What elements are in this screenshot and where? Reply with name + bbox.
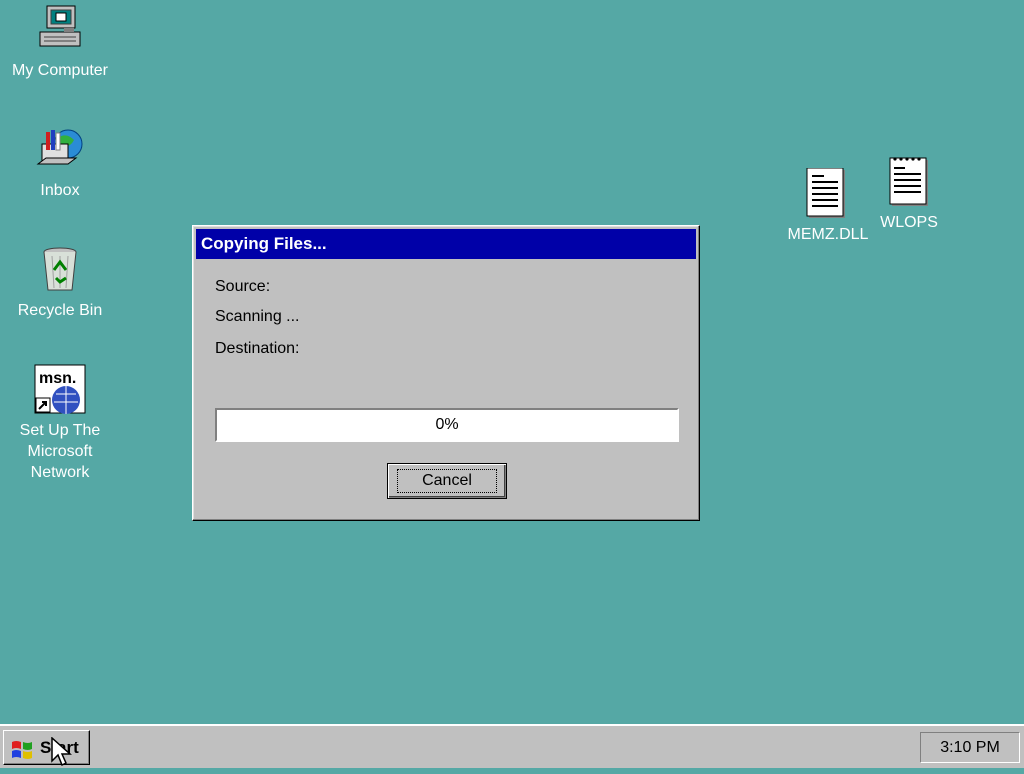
inbox-icon <box>34 124 86 176</box>
clock-text: 3:10 PM <box>940 739 1000 756</box>
source-label: Source: <box>215 278 271 295</box>
copy-progress-bar: 0% <box>215 408 679 442</box>
svg-text:msn.: msn. <box>39 370 76 387</box>
msn-icon: msn. <box>34 364 86 416</box>
desktop: My Computer Inbox Recycle Bin msn. Set U… <box>0 0 1024 724</box>
progress-percent: 0% <box>435 416 459 433</box>
windows-logo-icon <box>10 738 34 759</box>
document-icon <box>802 167 854 220</box>
desktop-icon-msn-setup[interactable]: msn. Set Up The Microsoft Network <box>0 364 120 483</box>
desktop-icon-inbox[interactable]: Inbox <box>0 124 120 201</box>
copying-files-dialog: Copying Files... Source: Scanning ... De… <box>192 225 700 521</box>
cancel-button-label: Cancel <box>397 469 497 493</box>
my-computer-icon <box>34 4 86 56</box>
desktop-icon-wlops[interactable]: WLOPS <box>849 156 969 233</box>
start-button[interactable]: Start <box>3 730 90 765</box>
destination-label: Destination: <box>215 340 300 357</box>
system-tray-clock[interactable]: 3:10 PM <box>920 732 1020 763</box>
notepad-icon <box>883 156 935 208</box>
dialog-title: Copying Files... <box>201 234 327 253</box>
desktop-icon-label: Inbox <box>40 182 80 199</box>
desktop-icon-label: Recycle Bin <box>17 302 103 319</box>
mouse-cursor-icon <box>51 736 73 769</box>
desktop-icon-recycle-bin[interactable]: Recycle Bin <box>0 244 120 321</box>
scanning-status: Scanning ... <box>215 308 300 325</box>
desktop-icon-label: Set Up The Microsoft Network <box>19 422 101 481</box>
dialog-title-bar[interactable]: Copying Files... <box>196 229 696 259</box>
desktop-icon-my-computer[interactable]: My Computer <box>0 4 120 81</box>
recycle-bin-icon <box>34 244 86 296</box>
taskbar: Start 3:10 PM <box>0 724 1024 768</box>
desktop-icon-label: WLOPS <box>880 214 938 231</box>
cancel-button[interactable]: Cancel <box>387 463 507 499</box>
desktop-icon-label: My Computer <box>11 62 109 79</box>
